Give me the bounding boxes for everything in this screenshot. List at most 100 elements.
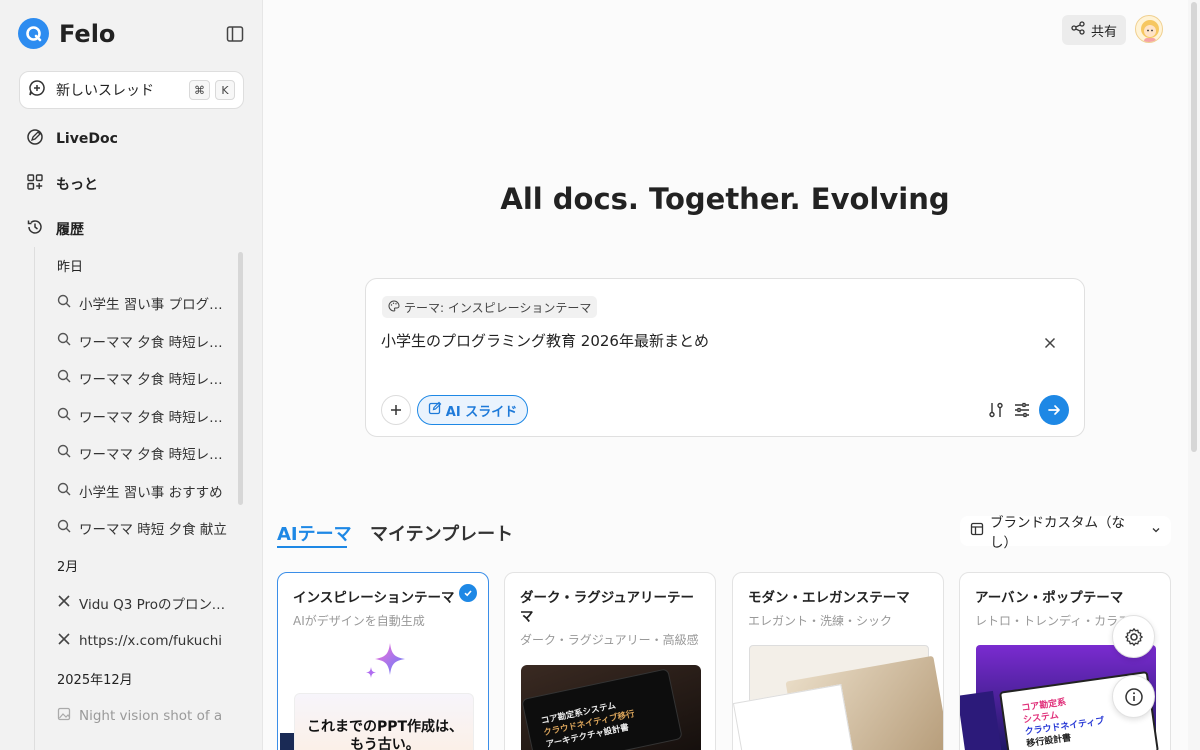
theme-card-dark-luxury[interactable]: ダーク・ラグジュアリーテーマ ダーク・ラグジュアリー・高級感 コア勘定系システム…	[504, 572, 716, 750]
brand-custom-dropdown[interactable]: ブランドカスタム（なし）	[960, 515, 1171, 551]
search-icon	[57, 294, 71, 312]
info-icon	[1124, 687, 1143, 706]
info-button[interactable]	[1112, 675, 1155, 718]
page-scrollbar[interactable]	[1188, 0, 1200, 750]
chevron-down-icon	[1151, 523, 1161, 539]
history-item[interactable]: ワーママ 夕食 時短レシピ	[35, 435, 234, 473]
history-item[interactable]: 小学生 習い事 おすすめ	[35, 472, 234, 510]
sidebar-item-more[interactable]: もっと	[26, 173, 98, 195]
history-item[interactable]: ワーママ 夕食 時短レシピ	[35, 360, 234, 398]
sparkle-icon	[366, 643, 405, 678]
shortcut-hint: ⌘ K	[189, 80, 235, 100]
avatar[interactable]	[1135, 15, 1163, 43]
history-item[interactable]: Night vision shot of a	[35, 697, 234, 735]
share-label: 共有	[1090, 24, 1117, 40]
theme-card-inspiration[interactable]: インスピレーションテーマ AIがデザインを自動生成 これまでのPPT作成は、 も…	[277, 572, 489, 750]
history-item-label: 小学生 習い事 プログラミング	[79, 297, 229, 314]
history-item-label: ワーママ 時短 夕食 献立	[79, 522, 227, 539]
history-item-label: ワーママ 夕食 時短レシピ	[79, 409, 229, 426]
share-icon	[1071, 21, 1085, 39]
prompt-input[interactable]: 小学生のプログラミング教育 2026年最新まとめ	[381, 330, 709, 351]
history-list: 昨日 小学生 習い事 プログラミング ワーママ 夕食 時短レシピ ワーママ 夕食…	[34, 247, 234, 750]
active-tab-indicator	[277, 546, 347, 548]
search-icon	[57, 519, 71, 537]
history-item-label: Vidu Q3 Proのプロンプト	[79, 597, 229, 614]
preview-text: もう古い。	[350, 737, 420, 750]
new-thread-label: 新しいスレッド	[56, 83, 154, 99]
theme-card-subtitle: AIがデザインを自動生成	[293, 614, 425, 628]
brand[interactable]: Felo	[18, 18, 115, 49]
shortcut-key: K	[215, 80, 235, 100]
x-logo-icon	[57, 632, 71, 650]
x-logo-icon	[57, 594, 71, 612]
plus-icon	[391, 405, 401, 415]
image-icon	[57, 707, 71, 725]
theme-card-title: アーバン・ポップテーマ	[975, 590, 1124, 606]
shortcut-mod: ⌘	[189, 80, 210, 100]
ai-slide-mode-button[interactable]: AI スライド	[417, 395, 528, 425]
sidebar-item-label: 履歴	[56, 222, 84, 238]
history-item[interactable]: https://x.com/fukuchi	[35, 622, 234, 660]
palette-icon	[388, 299, 400, 315]
theme-chip-label: テーマ: インスピレーションテーマ	[404, 300, 592, 315]
history-item-label: ワーママ 夕食 時短レシピ	[79, 372, 229, 389]
theme-chip[interactable]: テーマ: インスピレーションテーマ	[382, 296, 598, 318]
selected-check-icon	[459, 584, 477, 602]
history-group-label: 昨日	[57, 260, 84, 276]
edit-square-icon	[428, 401, 442, 419]
sidebar-item-history[interactable]: 履歴	[26, 218, 84, 240]
model-switch-icon[interactable]	[987, 401, 1005, 419]
send-button[interactable]	[1039, 395, 1069, 425]
history-item-label: ワーママ 夕食 時短レシピ	[79, 334, 229, 351]
settings-sliders-icon[interactable]	[1013, 401, 1031, 419]
brand-custom-label: ブランドカスタム（なし）	[990, 515, 1125, 551]
sidebar-scrollbar[interactable]	[238, 252, 243, 505]
sidebar-toggle-icon[interactable]	[223, 22, 247, 46]
arrow-right-icon	[1048, 405, 1060, 415]
apps-plus-icon	[26, 173, 44, 195]
felo-logo-icon	[18, 18, 49, 49]
search-icon	[57, 369, 71, 387]
tab-my-templates[interactable]: マイテンプレート	[370, 520, 513, 546]
chat-plus-icon	[28, 79, 46, 101]
search-icon	[57, 444, 71, 462]
brand-name: Felo	[59, 19, 116, 48]
share-button[interactable]: 共有	[1062, 15, 1126, 45]
history-item[interactable]: 小学生 習い事 プログラミング	[35, 285, 234, 323]
history-item[interactable]: ワーママ 夕食 時短レシピ	[35, 322, 234, 360]
theme-card-modern-elegance[interactable]: モダン・エレガンステーマ エレガント・洗練・シック	[732, 572, 944, 750]
new-thread-button[interactable]: 新しいスレッド ⌘ K	[19, 71, 244, 109]
page-title: All docs. Together. Evolving	[500, 182, 950, 216]
history-item[interactable]: Vidu Q3 Proのプロンプト	[35, 585, 234, 623]
search-icon	[57, 482, 71, 500]
ai-slide-label: AI スライド	[445, 404, 518, 420]
settings-button[interactable]	[1112, 615, 1155, 658]
gear-icon	[1124, 627, 1143, 646]
theme-card-title: インスピレーションテーマ	[293, 590, 455, 606]
history-group-label: 2025年12月	[57, 672, 133, 688]
theme-card-urban-pop[interactable]: アーバン・ポップテーマ レトロ・トレンディ・カラフル コア勘定系 システム クラ…	[959, 572, 1171, 750]
history-item-label: ワーママ 夕食 時短レシピ	[79, 447, 229, 464]
theme-preview: これまでのPPT作成は、 もう古い。	[294, 693, 474, 750]
history-item-label: Night vision shot of a	[79, 707, 223, 724]
sidebar-item-livedoc[interactable]: LiveDoc	[26, 128, 118, 150]
clear-icon[interactable]	[1044, 333, 1056, 354]
sidebar-item-label: LiveDoc	[56, 131, 118, 147]
sidebar-item-label: もっと	[56, 177, 98, 193]
history-item[interactable]: ワーママ 夕食 時短レシピ	[35, 397, 234, 435]
theme-card-subtitle: エレガント・洗練・シック	[748, 614, 893, 628]
theme-card-subtitle: ダーク・ラグジュアリー・高級感	[520, 633, 699, 647]
layout-icon	[970, 522, 984, 540]
history-icon	[26, 218, 44, 240]
search-icon	[57, 407, 71, 425]
add-attachment-button[interactable]	[381, 395, 411, 425]
history-item-label: https://x.com/fukuchi	[79, 632, 223, 649]
search-icon	[57, 332, 71, 350]
prompt-composer: テーマ: インスピレーションテーマ 小学生のプログラミング教育 2026年最新ま…	[365, 278, 1085, 437]
preview-decoration	[280, 733, 294, 750]
history-item-label: 小学生 習い事 おすすめ	[79, 484, 223, 501]
tab-ai-theme[interactable]: AIテーマ	[277, 520, 352, 546]
page-scroll-thumb[interactable]	[1191, 2, 1197, 452]
history-item[interactable]: ワーママ 時短 夕食 献立	[35, 510, 234, 548]
edit-icon	[26, 128, 44, 150]
